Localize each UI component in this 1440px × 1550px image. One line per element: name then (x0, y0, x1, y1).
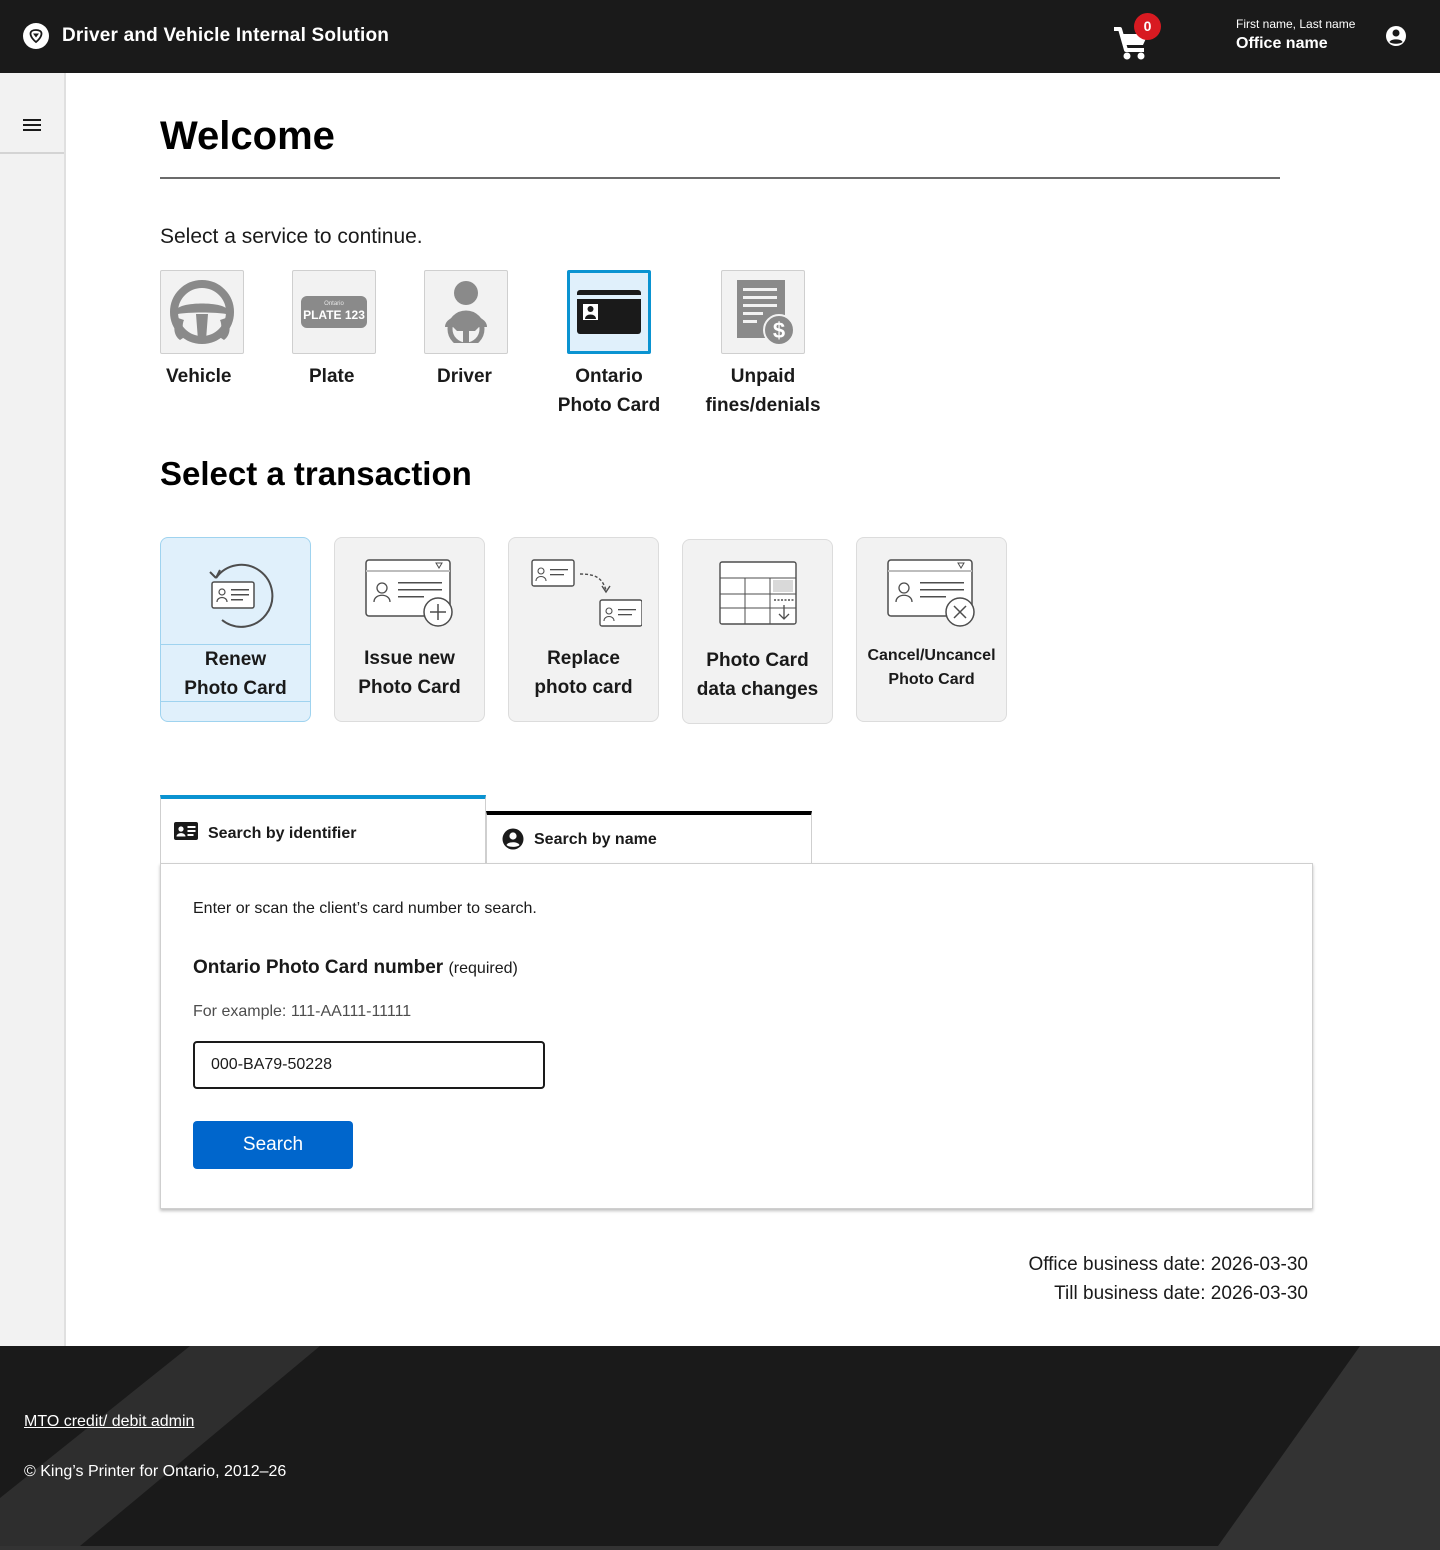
txn-label-line2: photo card (534, 677, 633, 698)
photo-card-number-input[interactable] (193, 1041, 545, 1089)
footer: MTO credit/ debit admin © King’s Printer… (0, 1346, 1440, 1546)
tab-search-by-name[interactable]: Search by name (486, 811, 812, 863)
app-header: Driver and Vehicle Internal Solution 0 F… (0, 0, 1440, 73)
ontario-logo-icon[interactable] (23, 23, 49, 49)
id-card-icon (174, 822, 198, 845)
service-vehicle[interactable]: Vehicle (160, 270, 244, 387)
service-label: Unpaid fines/denials (698, 362, 828, 420)
user-name: First name, Last name (1236, 17, 1356, 31)
txn-cancel-uncancel-photo-card[interactable]: Cancel/Uncancel Photo Card (856, 537, 1007, 722)
txn-renew-photo-card[interactable]: Renew Photo Card (160, 537, 311, 722)
service-plate[interactable]: Ontario PLATE 123 Plate (292, 270, 376, 387)
txn-label-line1: Photo Card (706, 650, 809, 671)
renew-card-icon (208, 563, 273, 628)
till-business-date: Till business date: 2026-03-30 (1054, 1283, 1308, 1304)
search-panel: Enter or scan the client’s card number t… (160, 863, 1313, 1209)
service-driver[interactable]: Driver (424, 270, 508, 387)
data-changes-icon (718, 561, 797, 625)
service-label-line1: Ontario (575, 366, 643, 387)
service-label: Ontario Photo Card (556, 362, 662, 420)
txn-label: Renew Photo Card (161, 644, 310, 702)
bottom-strip (0, 1546, 1440, 1550)
office-business-date: Office business date: 2026-03-30 (1028, 1254, 1308, 1275)
txn-photo-card-data-changes[interactable]: Photo Card data changes (682, 539, 833, 724)
txn-label-line2: data changes (696, 679, 819, 700)
tab-label: Search by identifier (208, 825, 357, 842)
cart-count-badge: 0 (1134, 13, 1161, 40)
office-name: Office name (1236, 35, 1328, 52)
service-label-line2: Photo Card (557, 395, 661, 416)
app-title[interactable]: Driver and Vehicle Internal Solution (62, 25, 389, 47)
issue-card-icon (364, 559, 453, 627)
copyright: © King’s Printer for Ontario, 2012–26 (24, 1463, 287, 1480)
mto-credit-debit-admin-link[interactable]: MTO credit/ debit admin (24, 1413, 194, 1431)
cancel-card-icon (886, 559, 975, 627)
transaction-section-title: Select a transaction (160, 455, 472, 492)
fines-document-icon: $ (721, 270, 805, 354)
txn-replace-photo-card[interactable]: Replace photo card (508, 537, 659, 722)
business-dates: Office business date: 2026-03-30 Till bu… (1028, 1250, 1308, 1308)
txn-label: Photo Card data changes (683, 646, 832, 704)
plate-number-text: PLATE 123 (303, 308, 365, 322)
txn-label-line1: Cancel/Uncancel (867, 647, 996, 664)
menu-icon[interactable] (0, 73, 64, 154)
service-unpaid-fines[interactable]: $ Unpaid fines/denials (705, 270, 821, 416)
licence-plate-icon: Ontario PLATE 123 (292, 270, 376, 354)
search-button[interactable]: Search (193, 1121, 353, 1169)
required-marker: (required) (448, 960, 518, 977)
txn-label-line2: Photo Card (358, 677, 461, 698)
txn-issue-new-photo-card[interactable]: Issue new Photo Card (334, 537, 485, 722)
service-prompt: Select a service to continue. (160, 225, 423, 248)
steering-wheel-icon (160, 270, 244, 354)
field-hint: For example: 111-AA111-11111 (193, 1003, 412, 1020)
page-title: Welcome (160, 114, 335, 158)
txn-label-line1: Issue new (364, 648, 455, 669)
tab-label: Search by name (534, 831, 657, 848)
replace-card-icon (530, 559, 642, 627)
svg-text:$: $ (773, 318, 785, 343)
account-icon[interactable] (1385, 25, 1407, 47)
person-icon (502, 828, 524, 855)
txn-label: Issue new Photo Card (335, 644, 484, 702)
driver-icon (424, 270, 508, 354)
service-label: Plate (309, 366, 355, 387)
txn-label-line2: Photo Card (888, 671, 975, 688)
photo-card-number-label: Ontario Photo Card number (required) (193, 957, 518, 979)
service-label-line1: Unpaid (730, 366, 796, 387)
sidebar (0, 73, 66, 1346)
search-instructions: Enter or scan the client’s card number t… (193, 900, 537, 917)
tab-search-by-identifier[interactable]: Search by identifier (160, 795, 486, 863)
service-label-line2: fines/denials (705, 395, 821, 416)
title-divider (160, 177, 1280, 179)
field-label-text: Ontario Photo Card number (193, 957, 444, 978)
service-label: Driver (437, 366, 492, 387)
txn-label: Replace photo card (509, 644, 658, 702)
txn-label: Cancel/Uncancel Photo Card (857, 644, 1006, 692)
photo-card-icon (567, 270, 651, 354)
txn-label-line1: Renew (204, 649, 267, 670)
txn-label-line2: Photo Card (184, 678, 287, 699)
footer-decoration (0, 1346, 1440, 1546)
service-ontario-photo-card[interactable]: Ontario Photo Card (558, 270, 660, 416)
txn-label-line1: Replace (547, 648, 620, 669)
service-label: Vehicle (166, 366, 232, 387)
plate-small-text: Ontario (324, 301, 344, 307)
